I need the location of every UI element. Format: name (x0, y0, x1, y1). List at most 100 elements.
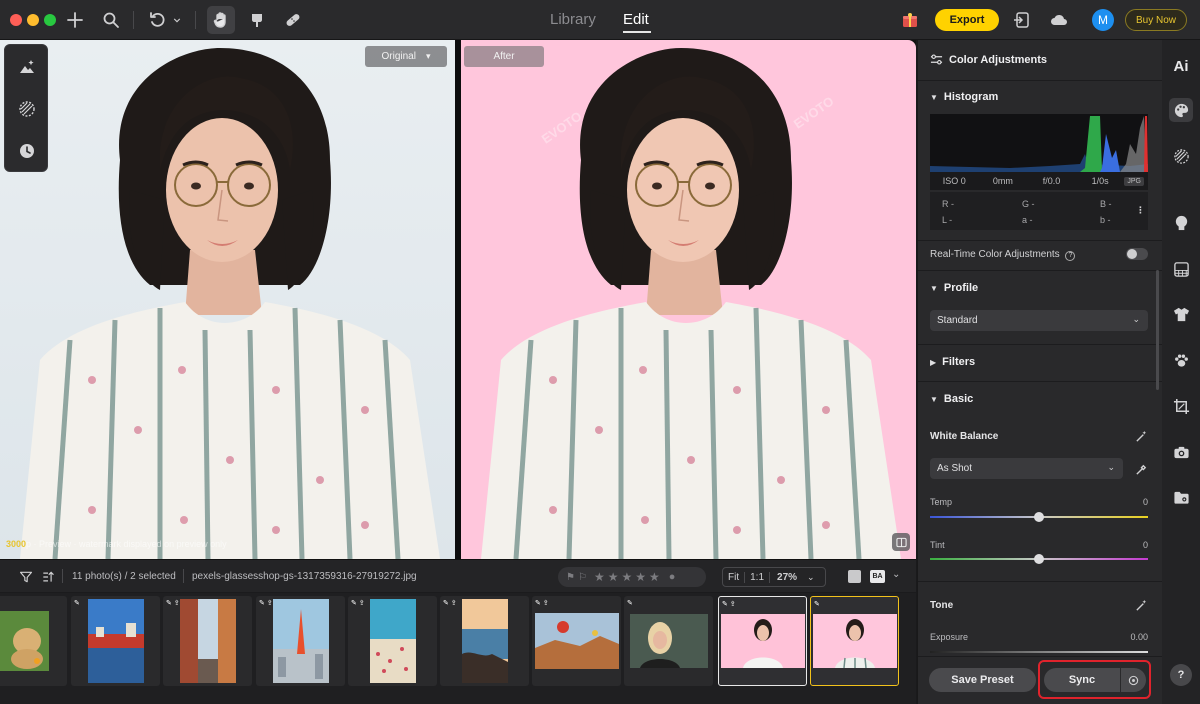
close-window-button[interactable] (10, 14, 22, 26)
panel-scrollbar[interactable] (1156, 270, 1159, 390)
chevron-down-icon[interactable]: ⌄ (892, 569, 900, 580)
buy-now-button[interactable]: Buy Now (1125, 9, 1187, 31)
exposure-slider-track[interactable] (930, 651, 1148, 653)
export-button[interactable]: Export (935, 9, 999, 31)
clothing-icon[interactable] (1169, 302, 1193, 326)
zoom-fit-button[interactable]: Fit (723, 572, 744, 583)
healing-bandage-icon[interactable] (281, 8, 305, 32)
auto-white-balance-icon[interactable] (1135, 430, 1148, 446)
tool-rail: Ai ? (1162, 40, 1200, 704)
toolbar-divider (195, 11, 196, 29)
original-photo: Original ▾ 3000p · Preview · watermark d… (0, 40, 455, 559)
hand-tool-icon[interactable] (207, 6, 235, 34)
auto-tone-icon[interactable] (1135, 599, 1148, 615)
zoom-window-button[interactable] (44, 14, 56, 26)
filter-icon[interactable] (14, 565, 38, 589)
star-icon[interactable]: ★ (608, 570, 619, 584)
help-button[interactable]: ? (1170, 664, 1192, 686)
flag-icon[interactable]: ⚑ (566, 572, 575, 583)
thumbnail-tower-city[interactable]: ✎ ⇪ (256, 596, 345, 686)
star-icon[interactable]: ★ (635, 570, 646, 584)
temp-slider-knob[interactable] (1034, 512, 1044, 522)
thumbnail-woman-pink-1[interactable]: ✎ ⇪ (718, 596, 807, 686)
save-preset-button[interactable]: Save Preset (929, 668, 1036, 692)
history-clock-icon[interactable] (15, 139, 39, 163)
star-icon[interactable]: ★ (649, 570, 660, 584)
before-after-view-icon[interactable]: BA (870, 570, 885, 583)
thumbnail-street[interactable]: ✎ ⇪ (163, 596, 252, 686)
crop-icon[interactable] (1169, 394, 1193, 418)
auto-enhance-icon[interactable] (15, 55, 39, 79)
readout-a: a - (1022, 215, 1033, 225)
profile-select[interactable]: Standard ⌄ (930, 310, 1148, 331)
eyedropper-icon[interactable] (1135, 463, 1148, 479)
filters-section-header[interactable]: ▶ Filters (930, 356, 975, 368)
white-balance-select[interactable]: As Shot ⌄ (930, 458, 1123, 479)
camera-icon[interactable] (1169, 440, 1193, 464)
format-badge: JPG (1124, 176, 1144, 186)
tint-slider-knob[interactable] (1034, 554, 1044, 564)
thumbnail-cliff[interactable]: ✎ ⇪ (440, 596, 529, 686)
info-icon[interactable]: ? (1065, 251, 1076, 261)
selection-count: 11 photo(s) / 2 selected (72, 571, 176, 582)
cloud-sync-icon[interactable] (1047, 8, 1071, 32)
original-view-dropdown[interactable]: Original ▾ (365, 46, 447, 67)
thumbnail-balloons[interactable]: ✎ ⇪ (532, 596, 621, 686)
reject-flag-icon[interactable]: ⚐ (578, 572, 587, 583)
texture-icon[interactable] (1169, 144, 1193, 168)
color-palette-icon[interactable] (1169, 98, 1193, 122)
edit-badge-icon: ✎ ⇪ (443, 600, 457, 607)
image-canvas[interactable]: Original ▾ 3000p · Preview · watermark d… (0, 40, 916, 560)
user-avatar[interactable]: M (1092, 9, 1114, 31)
tone-title: Tone (930, 600, 954, 611)
zoom-level-value[interactable]: 27% (770, 572, 802, 583)
preview-note-text: p · Preview · watermark displayed on pre… (26, 539, 227, 549)
star-icon[interactable]: ★ (594, 570, 605, 584)
chevron-down-icon[interactable] (170, 8, 184, 32)
exif-info-bar: ISO 0 0mm f/0.0 1/0s JPG (930, 172, 1148, 190)
thumbnail-woman-pink-2[interactable]: ✎ (810, 596, 899, 686)
ai-tools-icon[interactable]: Ai (1169, 54, 1193, 78)
import-panel-icon[interactable] (1010, 8, 1034, 32)
realtime-color-toggle[interactable] (1126, 248, 1148, 260)
pet-paw-icon[interactable] (1169, 348, 1193, 372)
profile-title: Profile (943, 282, 979, 294)
thumbnail-city-bridge[interactable]: ✎ (71, 596, 160, 686)
temp-label: Temp (930, 497, 953, 507)
edit-badge-icon: ✎ (814, 601, 820, 608)
background-icon[interactable] (1169, 257, 1193, 281)
toolbar-divider (133, 11, 134, 29)
search-icon[interactable] (99, 8, 123, 32)
add-icon[interactable] (63, 8, 87, 32)
sync-settings-icon[interactable] (1121, 668, 1146, 692)
zoom-one-to-one-button[interactable]: 1:1 (744, 571, 771, 583)
preview-watermark-note: 3000p · Preview · watermark displayed on… (6, 539, 227, 549)
split-view-icon[interactable] (892, 533, 910, 551)
profile-section-header[interactable]: ▼ Profile (930, 282, 978, 294)
thumbnail-dog[interactable]: ✎ (0, 596, 77, 686)
thumbnail-woman-blonde[interactable]: ✎ (624, 596, 713, 686)
single-view-icon[interactable] (848, 570, 861, 583)
portrait-after-image (481, 48, 901, 559)
tab-library[interactable]: Library (550, 11, 596, 28)
thumbnail-beach[interactable]: ✎ ⇪ (348, 596, 437, 686)
toolbar-divider (183, 569, 184, 583)
sort-icon[interactable] (36, 565, 60, 589)
basic-section-header[interactable]: ▼ Basic (930, 393, 973, 405)
undo-icon[interactable] (146, 8, 170, 32)
tab-edit[interactable]: Edit (623, 11, 649, 28)
gift-icon[interactable] (898, 8, 922, 32)
color-label-icon[interactable]: ● (669, 571, 676, 583)
face-retouch-icon[interactable] (1169, 210, 1193, 234)
chevron-down-icon[interactable]: ⌄ (802, 572, 820, 583)
aperture-value: f/0.0 (1042, 176, 1061, 186)
sync-button[interactable]: Sync (1044, 668, 1120, 692)
more-options-icon[interactable]: ⋮ (1136, 205, 1145, 216)
minimize-window-button[interactable] (27, 14, 39, 26)
star-icon[interactable]: ★ (621, 570, 632, 584)
city-bridge-thumbnail-image (87, 599, 144, 683)
folder-view-icon[interactable] (1169, 485, 1193, 509)
histogram-section-header[interactable]: ▼ Histogram (930, 91, 998, 103)
texture-grid-icon[interactable] (15, 97, 39, 121)
brush-tool-icon[interactable] (245, 8, 269, 32)
